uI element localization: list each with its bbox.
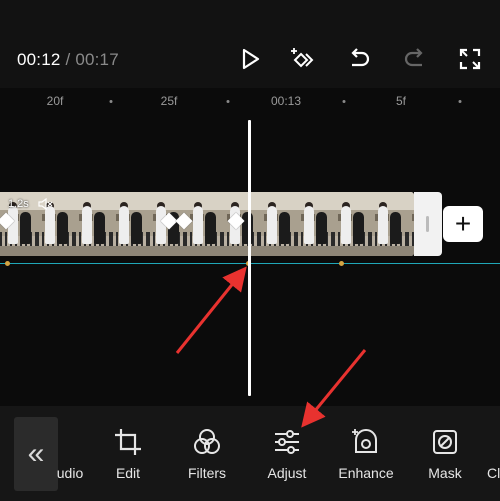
add-keyframe-icon	[291, 48, 314, 68]
beat-marker	[5, 261, 10, 266]
fullscreen-icon	[459, 48, 481, 70]
tool-label: Adjust	[267, 465, 307, 481]
current-time: 00:12	[17, 50, 61, 69]
tool-label: Edit	[115, 465, 141, 481]
clip-thumbnail-frame	[185, 192, 222, 256]
clip-thumbnail-frame	[407, 192, 414, 256]
timeline[interactable]: 20f 25f 00:13 5f 1.2s +	[0, 88, 500, 406]
tool-adjust[interactable]: Adjust	[252, 426, 322, 481]
tool-label: Mask	[428, 465, 462, 481]
play-icon	[242, 48, 260, 70]
beat-marker	[339, 261, 344, 266]
tool-enhance[interactable]: Enhance	[331, 426, 401, 481]
redo-button[interactable]	[400, 44, 430, 74]
clip-thumbnail-frame	[259, 192, 296, 256]
crop-icon	[115, 429, 141, 455]
clip-trim-handle[interactable]	[414, 192, 442, 256]
sliders-icon	[275, 430, 299, 454]
ruler-label: 5f	[395, 94, 407, 108]
enhance-icon	[352, 429, 377, 453]
redo-icon	[404, 48, 423, 67]
ruler-label: 00:13	[270, 94, 302, 108]
clip-thumbnail-frame	[296, 192, 333, 256]
tool-partial[interactable]: Cl	[487, 426, 500, 481]
add-clip-button[interactable]: +	[443, 206, 483, 242]
bottom-toolbar: « udio Edit Filters Adjust Enhance Mask …	[0, 406, 500, 501]
ruler-label: 25f	[160, 94, 178, 108]
clip-thumbnail-frame	[74, 192, 111, 256]
handle-grip	[426, 216, 429, 232]
ruler-tick	[458, 100, 462, 103]
time-separator: /	[60, 50, 76, 69]
tool-filters[interactable]: Filters	[172, 426, 242, 481]
ruler-tick	[109, 100, 113, 103]
undo-icon	[351, 48, 370, 67]
total-time: 00:17	[75, 50, 119, 69]
clip-thumbnail-frame	[370, 192, 407, 256]
clip-thumbnail-frame	[333, 192, 370, 256]
mute-icon[interactable]	[38, 198, 54, 210]
mask-icon	[433, 430, 457, 454]
ruler-tick	[342, 100, 346, 103]
tool-edit[interactable]: Edit	[93, 426, 163, 481]
fullscreen-button[interactable]	[455, 44, 485, 74]
clip-duration-label: 1.2s	[8, 198, 29, 210]
audio-icon	[54, 426, 86, 458]
tool-mask[interactable]: Mask	[410, 426, 480, 481]
tool-label: Cl	[487, 465, 500, 481]
video-clip[interactable]	[0, 192, 414, 256]
ruler-tick	[226, 100, 230, 103]
player-control-bar: 00:12 / 00:17	[0, 0, 500, 88]
plus-icon: +	[454, 208, 472, 239]
undo-button[interactable]	[344, 44, 374, 74]
timecode: 00:12 / 00:17	[17, 50, 119, 70]
ruler-label: 20f	[46, 94, 64, 108]
clip-thumbnail-frame	[111, 192, 148, 256]
tool-label: Enhance	[338, 465, 394, 481]
playhead[interactable]	[248, 120, 251, 396]
tool-label: Filters	[187, 465, 227, 481]
filters-icon	[194, 429, 220, 454]
add-keyframe-button[interactable]	[287, 44, 317, 74]
play-button[interactable]	[235, 44, 265, 74]
